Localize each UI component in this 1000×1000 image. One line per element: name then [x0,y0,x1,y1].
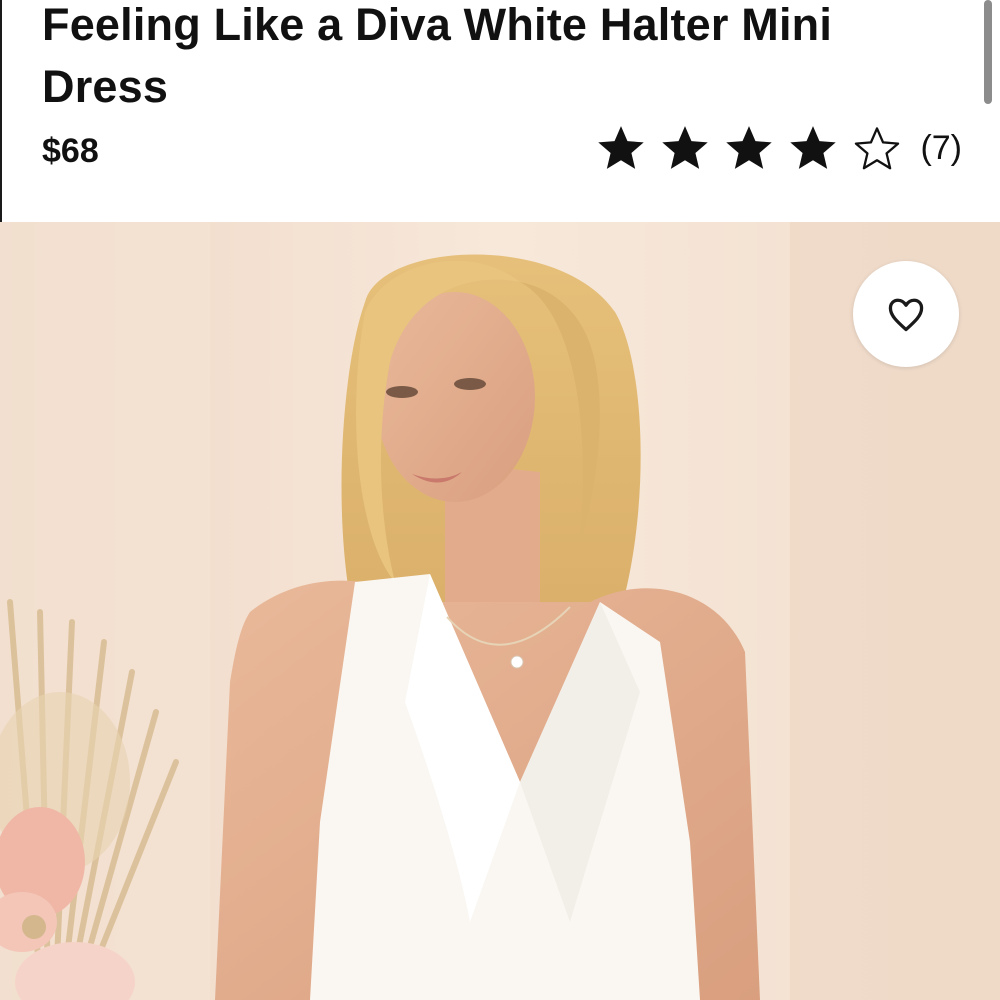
product-photo-illustration [0,222,1000,1000]
rating-summary[interactable]: (7) [596,118,962,178]
star-filled-icon [662,126,709,169]
star-filled-icon [790,126,837,169]
product-image[interactable] [0,222,1000,1000]
left-edge-divider [0,0,2,222]
review-count: (7) [920,128,962,167]
scrollbar-thumb[interactable] [984,0,992,104]
product-title: Feeling Like a Diva White Halter Mini Dr… [42,0,833,112]
star-filled-icon [598,126,645,169]
star-outline-icon [855,127,900,170]
heart-icon [888,298,924,332]
product-price: $68 [42,132,99,170]
star-filled-icon [726,126,773,169]
favorite-button[interactable] [853,261,959,367]
